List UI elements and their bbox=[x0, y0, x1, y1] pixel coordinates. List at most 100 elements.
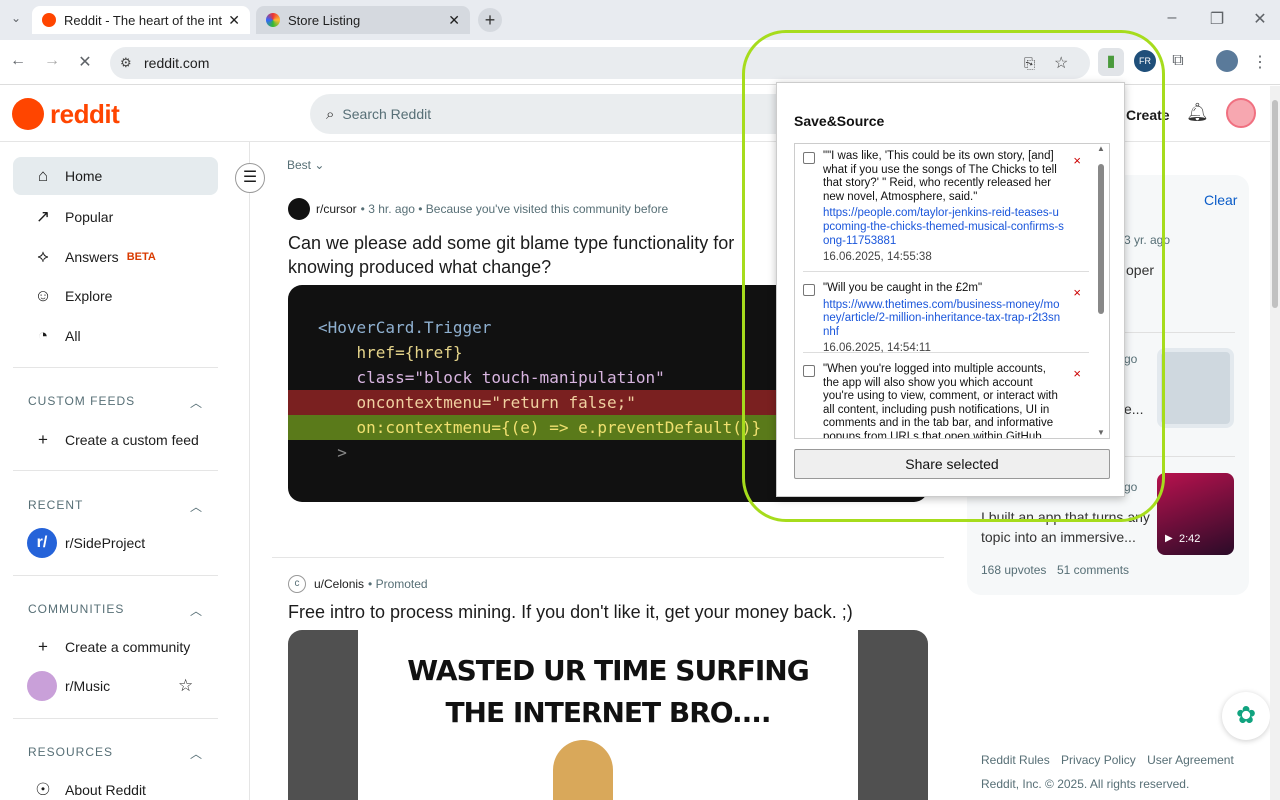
new-tab-icon[interactable]: + bbox=[478, 8, 502, 32]
reddit-logo[interactable]: reddit bbox=[12, 98, 120, 130]
recent-header[interactable]: RECENT ︿ bbox=[28, 498, 203, 515]
meme-text: WASTED UR TIME SURFING bbox=[407, 654, 809, 687]
chatgpt-float-button[interactable]: ✿ bbox=[1222, 692, 1270, 740]
meme-image: WASTED UR TIME SURFING THE INTERNET BRO.… bbox=[358, 630, 858, 800]
popular-icon: ↗ bbox=[35, 207, 51, 226]
forward-icon[interactable]: → bbox=[40, 52, 64, 70]
divider bbox=[13, 470, 218, 471]
stop-loading-icon[interactable]: ✕ bbox=[73, 52, 97, 72]
post-thumbnail[interactable] bbox=[1157, 348, 1234, 428]
sidebar-item-home[interactable]: ⌂ Home bbox=[13, 157, 218, 195]
item-checkbox[interactable] bbox=[803, 284, 815, 296]
save-source-extension-icon[interactable]: ▮ bbox=[1098, 48, 1124, 76]
post-title[interactable]: Free intro to process mining. If you don… bbox=[288, 600, 928, 624]
saved-item: "Will you be caught in the £2m" https://… bbox=[803, 276, 1089, 354]
sidebar-item-answers[interactable]: ⟡ Answers BETA bbox=[13, 238, 218, 276]
video-duration: 2:42 bbox=[1179, 533, 1201, 545]
sort-dropdown[interactable]: Best ⌄ bbox=[287, 158, 324, 172]
close-tab-icon[interactable]: ✕ bbox=[228, 12, 240, 29]
sidebar-item-popular[interactable]: ↗ Popular bbox=[13, 198, 218, 236]
item-checkbox[interactable] bbox=[803, 365, 815, 377]
sidebar-item-label: Create a community bbox=[65, 639, 191, 655]
promo-image[interactable]: WASTED UR TIME SURFING THE INTERNET BRO.… bbox=[288, 630, 928, 800]
section-title: COMMUNITIES bbox=[28, 602, 125, 616]
item-quote: ""I was like, 'This could be its own sto… bbox=[823, 150, 1057, 203]
timestamp-fragment: 3 yr. ago bbox=[1124, 233, 1171, 247]
delete-icon[interactable]: × bbox=[1073, 286, 1081, 300]
item-quote: "When you're logged into multiple accoun… bbox=[823, 363, 1058, 439]
search-input[interactable]: ⌕ Search Reddit bbox=[310, 94, 810, 134]
close-tab-icon[interactable]: ✕ bbox=[448, 12, 460, 29]
post-title[interactable]: Can we please add some git blame type fu… bbox=[288, 231, 778, 279]
create-button[interactable]: Create bbox=[1126, 107, 1170, 123]
all-icon: ◔ bbox=[37, 326, 49, 345]
delete-icon[interactable]: × bbox=[1073, 367, 1081, 381]
left-sidebar: ⌂ Home ↗ Popular ⟡ Answers BETA ☺ Explor… bbox=[0, 142, 250, 800]
footer-link[interactable]: Reddit Rules bbox=[981, 753, 1050, 767]
reddit-favicon-icon bbox=[42, 13, 56, 27]
tab-title: Reddit - The heart of the internet bbox=[64, 12, 223, 28]
create-custom-feed[interactable]: + Create a custom feed bbox=[13, 421, 218, 459]
chevron-up-icon: ︿ bbox=[189, 396, 203, 410]
footer-links: Reddit Rules Privacy Policy User Agreeme… bbox=[981, 753, 1234, 767]
menu-kebab-icon[interactable]: ⋮ bbox=[1248, 52, 1272, 72]
tab-reddit[interactable]: Reddit - The heart of the internet ✕ bbox=[32, 6, 250, 34]
tab-search-chevron-icon[interactable]: ⌄ bbox=[4, 11, 28, 25]
sidebar-item-label: Create a custom feed bbox=[65, 432, 199, 448]
post-meta: c u/Celonis • Promoted bbox=[288, 575, 428, 593]
scrollbar-thumb[interactable] bbox=[1098, 164, 1104, 314]
share-selected-button[interactable]: Share selected bbox=[794, 449, 1110, 479]
create-community[interactable]: + Create a community bbox=[13, 628, 218, 666]
delete-icon[interactable]: × bbox=[1073, 154, 1081, 168]
profile-avatar-icon[interactable] bbox=[1216, 50, 1238, 72]
address-bar[interactable]: ⚙ reddit.com ⎘ ☆ bbox=[110, 47, 1090, 79]
scroll-down-icon[interactable]: ▼ bbox=[1097, 428, 1105, 437]
video-thumbnail[interactable]: ▶ 2:42 bbox=[1157, 473, 1234, 555]
saved-items-list[interactable]: ""I was like, 'This could be its own sto… bbox=[794, 143, 1110, 439]
scroll-up-icon[interactable]: ▲ bbox=[1097, 144, 1105, 153]
item-source-link[interactable]: https://people.com/taylor-jenkins-reid-t… bbox=[823, 207, 1065, 248]
subreddit-link[interactable]: r/cursor bbox=[316, 202, 357, 216]
close-window-icon[interactable]: ✕ bbox=[1248, 9, 1272, 29]
site-info-icon[interactable]: ⚙ bbox=[120, 55, 132, 71]
sidebar-item-all[interactable]: ◔ All bbox=[13, 317, 218, 355]
doge-image bbox=[553, 740, 613, 800]
recent-post-title[interactable]: I built an app that turns any topic into… bbox=[981, 507, 1151, 547]
user-avatar[interactable] bbox=[1226, 98, 1256, 128]
saved-item: "When you're logged into multiple accoun… bbox=[803, 357, 1089, 439]
clear-button[interactable]: Clear bbox=[1204, 192, 1237, 208]
sidebar-item-label: r/Music bbox=[65, 678, 111, 694]
scrollbar-thumb[interactable] bbox=[1272, 100, 1278, 308]
item-checkbox[interactable] bbox=[803, 152, 815, 164]
notification-bell-icon[interactable]: 🔔︎ bbox=[1186, 102, 1209, 123]
footer-link[interactable]: Privacy Policy bbox=[1061, 753, 1136, 767]
collapse-sidebar-icon[interactable]: ☰ bbox=[235, 163, 265, 193]
post-meta: r/cursor • 3 hr. ago • Because you've vi… bbox=[288, 198, 668, 220]
recent-item[interactable]: r/ r/SideProject bbox=[13, 524, 218, 562]
user-link[interactable]: u/Celonis bbox=[314, 577, 364, 591]
tab-store-listing[interactable]: Store Listing ✕ bbox=[256, 6, 470, 34]
community-item-music[interactable]: r/Music ☆ bbox=[13, 667, 218, 705]
list-scrollbar[interactable]: ▲ ▼ bbox=[1095, 144, 1107, 438]
footer-link[interactable]: User Agreement bbox=[1147, 753, 1234, 767]
item-source-link[interactable]: https://www.thetimes.com/business-money/… bbox=[823, 299, 1065, 340]
restore-icon[interactable]: ❐ bbox=[1205, 9, 1229, 29]
plus-icon: + bbox=[38, 637, 48, 656]
sidebar-item-label: Answers bbox=[65, 249, 119, 265]
back-icon[interactable]: ← bbox=[6, 52, 30, 70]
sort-label: Best bbox=[287, 158, 312, 172]
minimize-icon[interactable]: – bbox=[1160, 9, 1184, 27]
profile-extension-icon[interactable]: FR bbox=[1134, 50, 1156, 72]
communities-header[interactable]: COMMUNITIES ︿ bbox=[28, 602, 203, 619]
page-scrollbar[interactable] bbox=[1270, 86, 1280, 800]
bookmark-star-icon[interactable]: ☆ bbox=[1054, 53, 1068, 73]
sidebar-item-about[interactable]: ☉ About Reddit bbox=[13, 771, 218, 800]
sidebar-item-explore[interactable]: ☺ Explore bbox=[13, 277, 218, 315]
url-text: reddit.com bbox=[144, 55, 210, 71]
timestamp-fragment: go bbox=[1124, 352, 1138, 366]
custom-feeds-header[interactable]: CUSTOM FEEDS ︿ bbox=[28, 394, 203, 411]
install-app-icon[interactable]: ⎘ bbox=[1024, 55, 1035, 72]
favorite-star-icon[interactable]: ☆ bbox=[178, 676, 193, 696]
resources-header[interactable]: RESOURCES ︿ bbox=[28, 745, 203, 762]
extensions-puzzle-icon[interactable]: ⧉ bbox=[1166, 52, 1190, 70]
